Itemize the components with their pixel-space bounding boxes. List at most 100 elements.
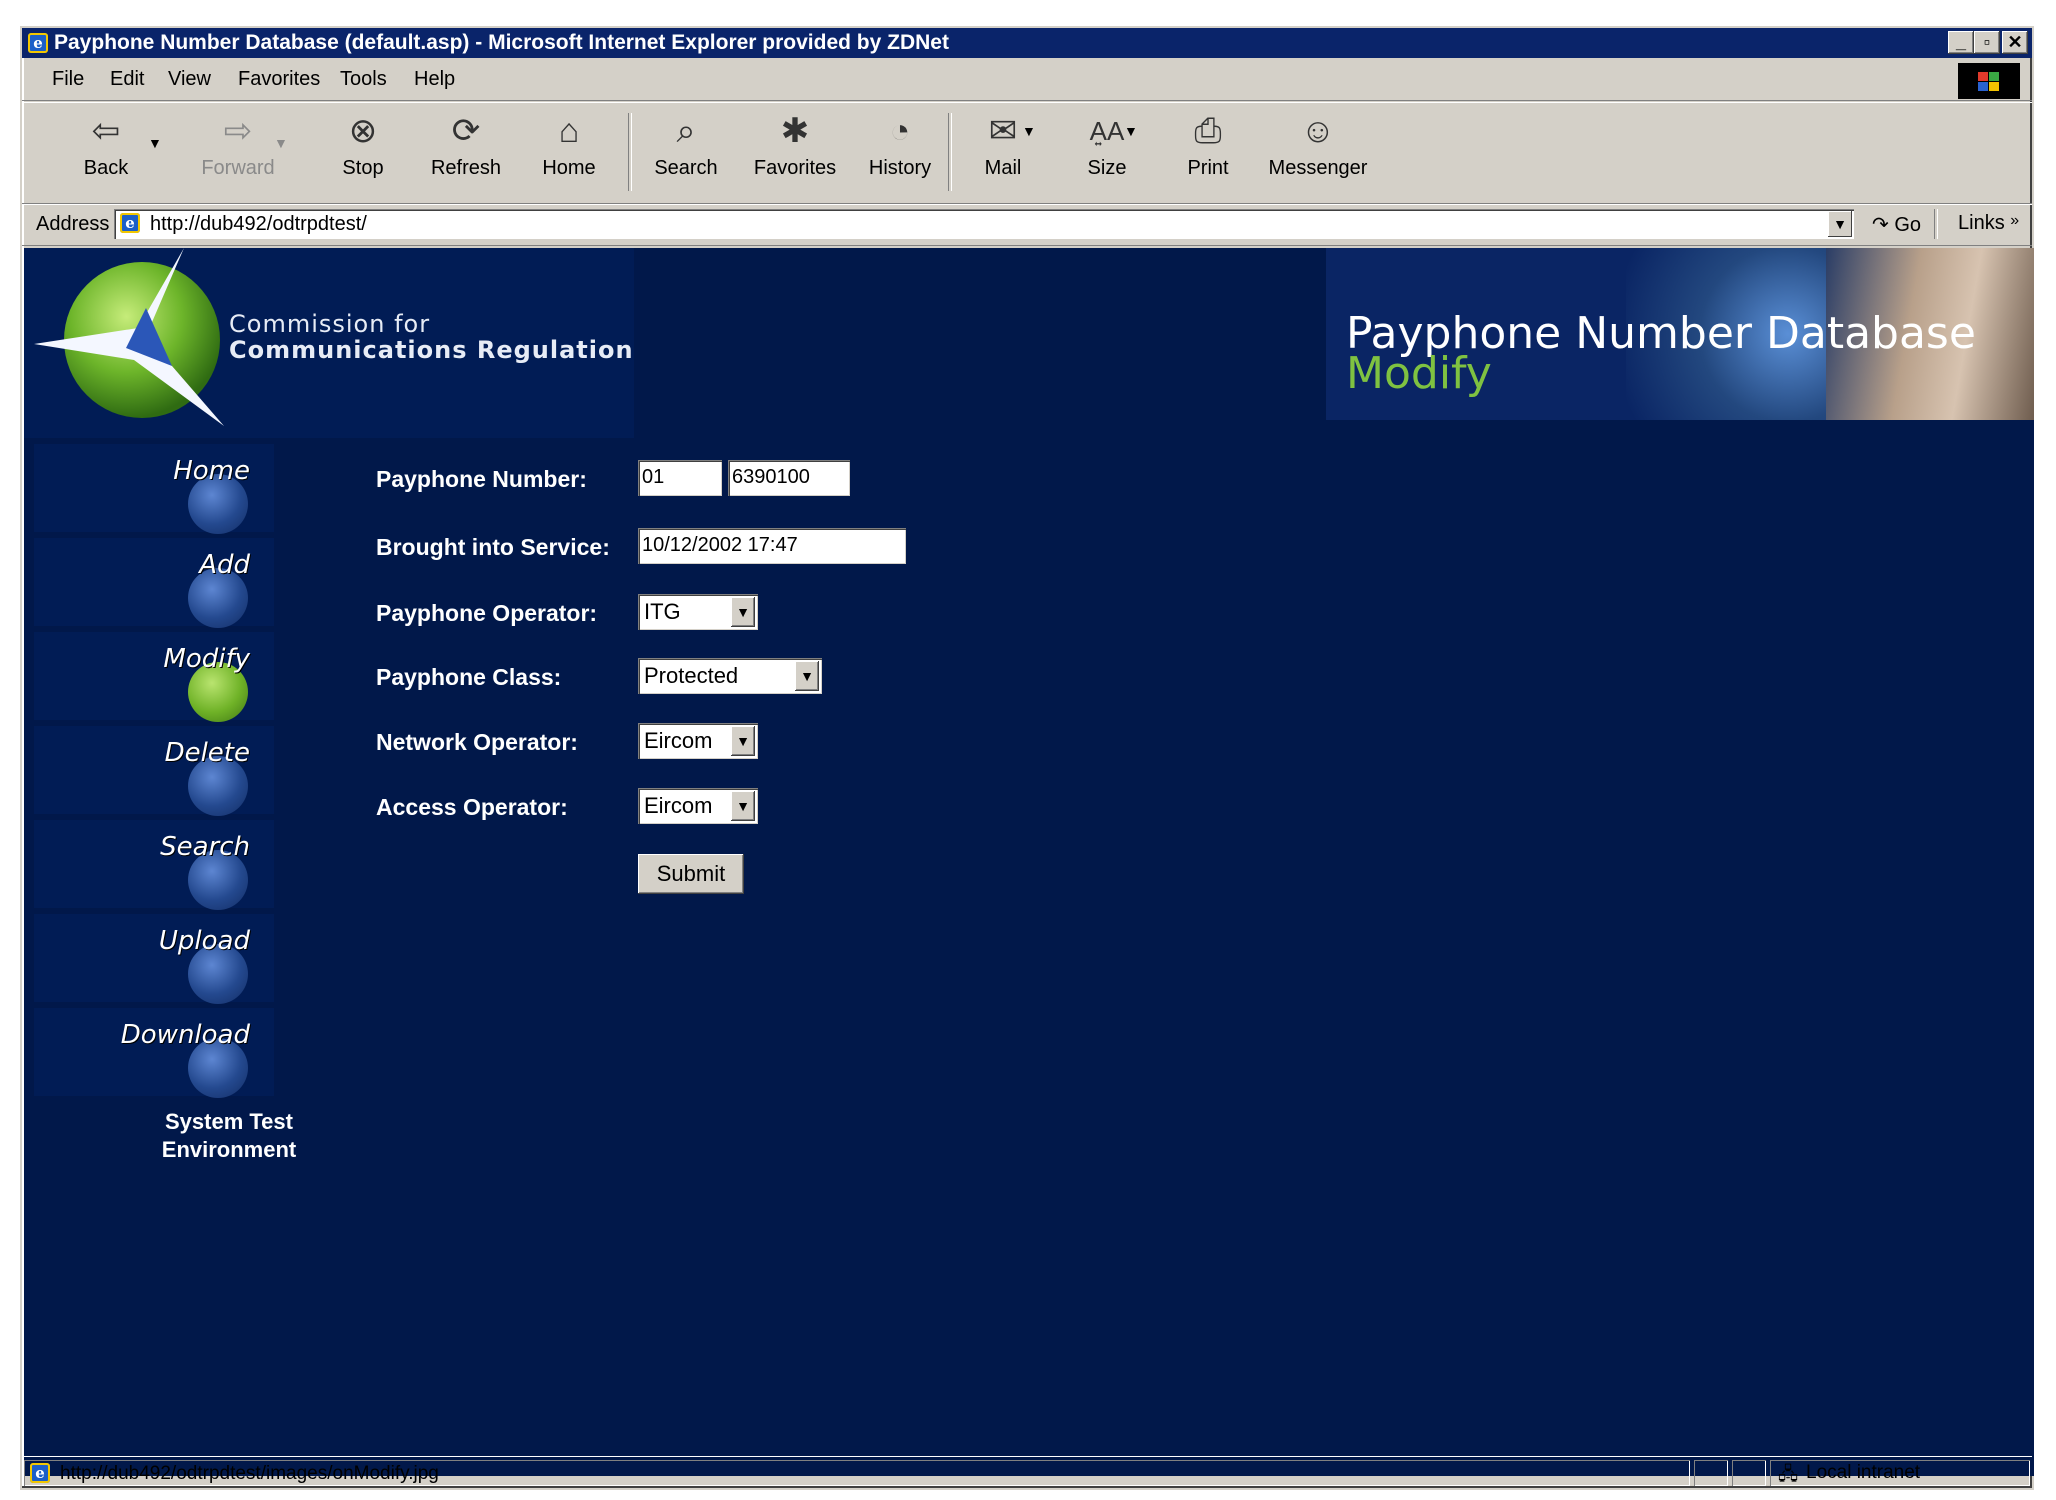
messenger-button[interactable]: ☺ Messenger (1258, 109, 1378, 195)
title-bar[interactable]: e Payphone Number Database (default.asp)… (22, 28, 2032, 58)
links-button[interactable]: Links » (1958, 212, 2019, 235)
ie-window-icon[interactable]: e (28, 33, 48, 53)
mail-icon: ✉ (988, 112, 1018, 150)
mail-button[interactable]: ✉ Mail (958, 109, 1048, 195)
search-icon: ⌕ (676, 112, 696, 150)
restore-button[interactable]: ▫ (1974, 31, 2000, 54)
links-label: Links (1958, 212, 2005, 234)
chevron-right-icon: » (2010, 212, 2020, 229)
chevron-down-icon[interactable]: ▼ (731, 726, 755, 756)
menu-edit[interactable]: Edit (110, 68, 144, 91)
nav-modify[interactable]: Modify (34, 632, 274, 722)
service-date-input[interactable]: 10/12/2002 17:47 (638, 528, 906, 564)
address-label: Address (36, 213, 110, 235)
forward-dropdown-icon[interactable]: ▼ (274, 135, 288, 151)
address-url: http://dub492/odtrpdtest/ (150, 213, 367, 235)
browser-window: e Payphone Number Database (default.asp)… (20, 26, 2034, 1490)
nav-home[interactable]: Home (34, 444, 274, 534)
search-button[interactable]: ⌕ Search (636, 109, 736, 195)
history-label: History (868, 157, 932, 179)
ie-page-icon: e (30, 1463, 50, 1483)
service-date-label: Brought into Service: (376, 534, 610, 560)
menu-file[interactable]: File (52, 68, 84, 91)
nav-search[interactable]: Search (34, 820, 274, 910)
toolbar-separator (948, 113, 952, 191)
address-input[interactable]: e http://dub492/odtrpdtest/ ▼ (114, 209, 1854, 239)
size-dropdown-icon[interactable]: ▼ (1124, 123, 1138, 139)
menu-view[interactable]: View (168, 68, 211, 91)
chevron-down-icon[interactable]: ▼ (795, 661, 819, 691)
nav-download[interactable]: Download (34, 1008, 274, 1098)
nav-delete[interactable]: Delete (34, 726, 274, 816)
header-logo-panel: Commission for Communications Regulation (24, 248, 634, 438)
menu-help[interactable]: Help (414, 68, 455, 91)
chevron-down-icon[interactable]: ▼ (731, 597, 755, 627)
status-bar: e http://dub492/odtrpdtest/images/onModi… (22, 1456, 2032, 1489)
toolbar-separator (628, 113, 632, 191)
network-operator-select[interactable]: Eircom ▼ (638, 723, 758, 759)
back-dropdown-icon[interactable]: ▼ (148, 135, 162, 151)
nav-upload[interactable]: Upload (34, 914, 274, 1004)
status-text-pane: e http://dub492/odtrpdtest/images/onModi… (24, 1460, 1690, 1486)
zone-pane[interactable]: 🖧 Local intranet (1770, 1460, 2030, 1486)
nav-add-label: Add (199, 550, 250, 580)
payphone-class-label: Payphone Class: (376, 664, 562, 690)
print-button[interactable]: ⎙ Print (1168, 109, 1248, 195)
org-name-line2: Communications Regulation (229, 336, 634, 364)
menu-bar: File Edit View Favorites Tools Help (22, 60, 2032, 101)
nav-search-label: Search (160, 832, 250, 862)
payphone-number-input[interactable]: 6390100 (728, 460, 850, 496)
nav-upload-label: Upload (158, 926, 250, 956)
nav-add[interactable]: Add (34, 538, 274, 628)
nav-modify-label: Modify (163, 644, 250, 674)
size-button[interactable]: A͍A Size (1062, 109, 1152, 195)
forward-button[interactable]: ⇨ Forward (188, 109, 288, 195)
close-button[interactable]: ✕ (2002, 31, 2028, 54)
payphone-class-value: Protected (644, 663, 739, 688)
payphone-class-select[interactable]: Protected ▼ (638, 658, 822, 694)
back-button[interactable]: ⇦ Back (66, 109, 146, 195)
address-separator (1934, 209, 1938, 239)
status-text: http://dub492/odtrpdtest/images/onModify… (60, 1463, 439, 1484)
comreg-logo-icon[interactable] (34, 248, 224, 438)
home-icon: ⌂ (558, 112, 580, 150)
stop-label: Stop (342, 157, 384, 179)
favorites-button[interactable]: ✱ Favorites (740, 109, 850, 195)
address-bar: Address e http://dub492/odtrpdtest/ ▼ ↷ … (22, 204, 2032, 246)
messenger-icon: ☺ (1300, 112, 1336, 150)
area-code-input[interactable]: 01 (638, 460, 722, 496)
history-button[interactable]: ◔ History (850, 109, 950, 195)
access-operator-label: Access Operator: (376, 794, 568, 820)
font-size-icon: A͍A (1089, 116, 1125, 146)
search-label: Search (654, 157, 718, 179)
address-dropdown-icon[interactable]: ▼ (1828, 211, 1852, 237)
print-label: Print (1187, 157, 1229, 179)
print-icon: ⎙ (1194, 112, 1222, 150)
environment-line1: System Test (165, 1109, 293, 1134)
favorites-label: Favorites (753, 157, 837, 179)
forward-arrow-icon: ⇨ (223, 112, 253, 150)
submit-button[interactable]: Submit (638, 854, 744, 894)
refresh-icon: ⟳ (451, 112, 481, 150)
minimize-button[interactable]: _ (1948, 31, 1974, 54)
mail-dropdown-icon[interactable]: ▼ (1022, 123, 1036, 139)
menu-favorites[interactable]: Favorites (238, 68, 320, 91)
ie-page-icon: e (120, 213, 140, 233)
payphone-operator-select[interactable]: ITG ▼ (638, 594, 758, 630)
payphone-number-label: Payphone Number: (376, 466, 587, 492)
menu-tools[interactable]: Tools (340, 68, 387, 91)
home-button[interactable]: ⌂ Home (524, 109, 614, 195)
access-operator-value: Eircom (644, 793, 713, 818)
refresh-button[interactable]: ⟳ Refresh (416, 109, 516, 195)
payphone-operator-label: Payphone Operator: (376, 600, 598, 626)
network-operator-label: Network Operator: (376, 729, 578, 755)
environment-note: System Test Environment (124, 1108, 334, 1164)
page-title: Modify (1346, 348, 1492, 399)
chevron-down-icon[interactable]: ▼ (731, 791, 755, 821)
stop-button[interactable]: ⊗ Stop (318, 109, 408, 195)
history-icon: ◔ (889, 112, 911, 150)
go-label: Go (1894, 214, 1922, 236)
go-button[interactable]: ↷ Go (1872, 212, 1921, 237)
go-arrow-icon: ↷ (1872, 214, 1889, 236)
access-operator-select[interactable]: Eircom ▼ (638, 788, 758, 824)
